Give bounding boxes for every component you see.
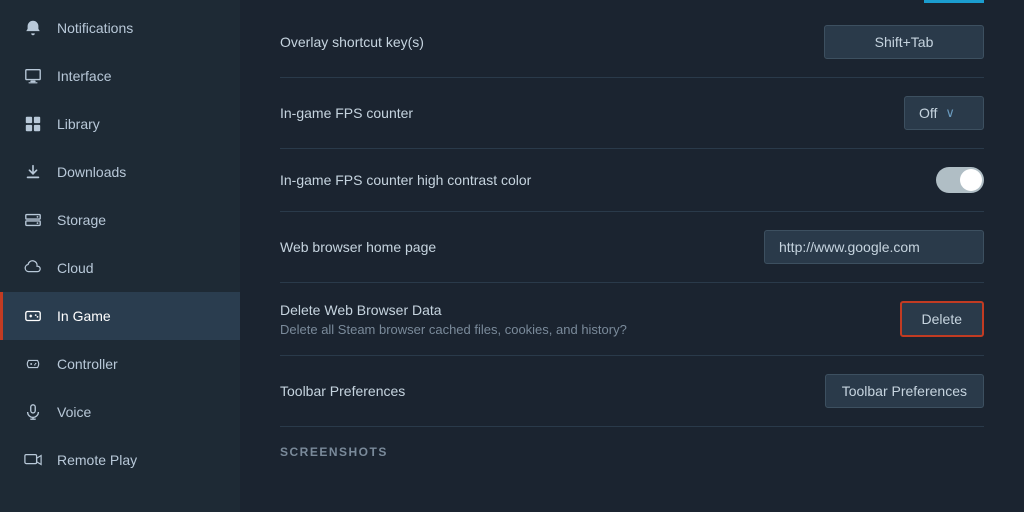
sidebar-item-controller[interactable]: Controller <box>0 340 240 388</box>
sidebar-label-controller: Controller <box>57 356 118 372</box>
setting-overlay-shortcut: Overlay shortcut key(s) Shift+Tab <box>280 7 984 78</box>
sidebar: Notifications Interface Library Download… <box>0 0 240 512</box>
sidebar-label-voice: Voice <box>57 404 91 420</box>
fps-contrast-label: In-game FPS counter high contrast color <box>280 172 531 188</box>
bell-icon <box>23 18 43 38</box>
ingame-icon <box>23 306 43 326</box>
sidebar-label-remoteplay: Remote Play <box>57 452 137 468</box>
sidebar-item-storage[interactable]: Storage <box>0 196 240 244</box>
sidebar-item-downloads[interactable]: Downloads <box>0 148 240 196</box>
delete-browser-sublabel: Delete all Steam browser cached files, c… <box>280 322 627 337</box>
setting-fps-counter: In-game FPS counter Off ∨ <box>280 78 984 149</box>
mic-icon <box>23 402 43 422</box>
main-content: Overlay shortcut key(s) Shift+Tab In-gam… <box>240 0 1024 512</box>
sidebar-item-cloud[interactable]: Cloud <box>0 244 240 292</box>
delete-browser-button[interactable]: Delete <box>900 301 984 337</box>
sidebar-label-cloud: Cloud <box>57 260 94 276</box>
grid-icon <box>23 114 43 134</box>
controller-icon <box>23 354 43 374</box>
delete-browser-labels: Delete Web Browser Data Delete all Steam… <box>280 302 627 337</box>
sidebar-label-interface: Interface <box>57 68 111 84</box>
toolbar-prefs-button[interactable]: Toolbar Preferences <box>825 374 984 408</box>
remoteplay-icon <box>23 450 43 470</box>
toggle-knob <box>960 169 982 191</box>
top-accent-bar <box>924 0 984 3</box>
setting-delete-browser: Delete Web Browser Data Delete all Steam… <box>280 283 984 356</box>
sidebar-label-notifications: Notifications <box>57 20 133 36</box>
cloud-icon <box>23 258 43 278</box>
sidebar-label-storage: Storage <box>57 212 106 228</box>
sidebar-label-library: Library <box>57 116 100 132</box>
overlay-shortcut-value[interactable]: Shift+Tab <box>824 25 984 59</box>
sidebar-item-remoteplay[interactable]: Remote Play <box>0 436 240 484</box>
delete-browser-label: Delete Web Browser Data <box>280 302 627 318</box>
sidebar-item-ingame[interactable]: In Game <box>0 292 240 340</box>
sidebar-label-ingame: In Game <box>57 308 111 324</box>
chevron-down-icon: ∨ <box>945 105 955 121</box>
web-home-label: Web browser home page <box>280 239 436 255</box>
setting-fps-contrast: In-game FPS counter high contrast color <box>280 149 984 212</box>
sidebar-item-notifications[interactable]: Notifications <box>0 4 240 52</box>
setting-toolbar-prefs: Toolbar Preferences Toolbar Preferences <box>280 356 984 427</box>
sidebar-item-interface[interactable]: Interface <box>0 52 240 100</box>
sidebar-item-voice[interactable]: Voice <box>0 388 240 436</box>
sidebar-item-library[interactable]: Library <box>0 100 240 148</box>
storage-icon <box>23 210 43 230</box>
fps-counter-dropdown[interactable]: Off ∨ <box>904 96 984 130</box>
fps-counter-value: Off <box>919 105 937 121</box>
web-home-input[interactable] <box>764 230 984 264</box>
toolbar-prefs-label: Toolbar Preferences <box>280 383 405 399</box>
overlay-shortcut-label: Overlay shortcut key(s) <box>280 34 424 50</box>
fps-contrast-toggle[interactable] <box>936 167 984 193</box>
download-icon <box>23 162 43 182</box>
monitor-icon <box>23 66 43 86</box>
screenshots-header: SCREENSHOTS <box>280 427 984 463</box>
fps-counter-label: In-game FPS counter <box>280 105 413 121</box>
setting-web-home: Web browser home page <box>280 212 984 283</box>
sidebar-label-downloads: Downloads <box>57 164 126 180</box>
